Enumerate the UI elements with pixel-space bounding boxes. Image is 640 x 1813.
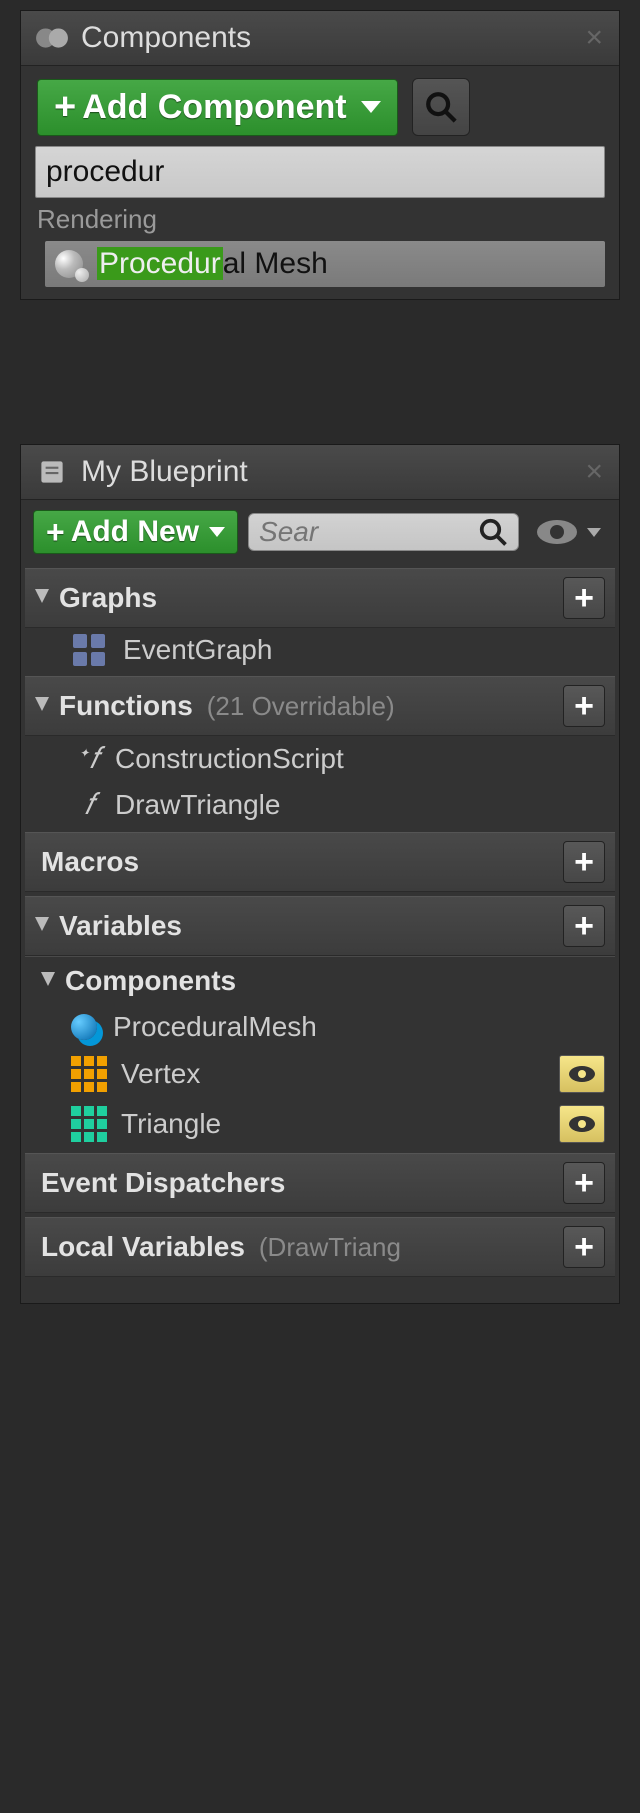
chevron-down-icon <box>587 528 601 537</box>
blueprint-tree: Graphs + EventGraph Functions (21 Overri… <box>21 556 619 1291</box>
view-options-button[interactable] <box>529 517 607 547</box>
components-panel: Components × + Add Component Rendering <box>20 10 620 300</box>
chevron-down-icon <box>209 527 225 537</box>
components-tab-icon <box>35 23 69 53</box>
add-new-label: Add New <box>71 515 199 549</box>
components-toolbar: + Add Component <box>21 66 619 140</box>
section-event-dispatchers[interactable]: Event Dispatchers + <box>25 1153 615 1213</box>
add-local-var-button[interactable]: + <box>563 1226 605 1268</box>
components-title: Components <box>81 21 251 55</box>
add-new-button[interactable]: + Add New <box>33 510 238 554</box>
component-search-input[interactable] <box>35 146 605 198</box>
eye-icon <box>535 517 579 547</box>
my-blueprint-tab[interactable]: My Blueprint × <box>21 445 619 500</box>
eye-icon <box>567 1064 597 1084</box>
section-graphs[interactable]: Graphs + <box>25 568 615 628</box>
add-component-button[interactable]: + Add Component <box>37 79 398 136</box>
search-result-procedural-mesh[interactable]: Procedural Mesh <box>45 241 605 287</box>
disclosure-icon <box>35 589 49 603</box>
add-macro-button[interactable]: + <box>563 841 605 883</box>
component-icon <box>71 1014 97 1040</box>
var-proceduralmesh[interactable]: ProceduralMesh <box>25 1005 615 1049</box>
blueprint-search-input[interactable] <box>259 516 359 548</box>
disclosure-icon <box>35 697 49 711</box>
section-functions[interactable]: Functions (21 Overridable) + <box>25 676 615 736</box>
add-graph-button[interactable]: + <box>563 577 605 619</box>
section-local-variables[interactable]: Local Variables (DrawTriang + <box>25 1217 615 1277</box>
function-icon: ✦𝑓 <box>73 742 105 776</box>
blueprint-tab-icon <box>35 457 69 487</box>
search-icon <box>424 90 458 124</box>
search-result-label: Procedural Mesh <box>97 247 328 281</box>
disclosure-icon <box>35 917 49 931</box>
add-dispatcher-button[interactable]: + <box>563 1162 605 1204</box>
tree-item-drawtriangle[interactable]: 𝑓 DrawTriangle <box>25 782 615 828</box>
search-button[interactable] <box>412 78 470 136</box>
category-rendering: Rendering <box>21 198 619 237</box>
mesh-icon <box>55 250 83 278</box>
add-variable-button[interactable]: + <box>563 905 605 947</box>
tree-item-constructionscript[interactable]: ✦𝑓 ConstructionScript <box>25 736 615 782</box>
my-blueprint-title: My Blueprint <box>81 455 248 489</box>
section-macros[interactable]: Macros + <box>25 832 615 892</box>
blueprint-search[interactable] <box>248 513 519 551</box>
visibility-toggle[interactable] <box>559 1055 605 1093</box>
var-triangle[interactable]: Triangle <box>25 1099 615 1149</box>
array-icon <box>71 1056 107 1092</box>
eye-icon <box>567 1114 597 1134</box>
visibility-toggle[interactable] <box>559 1105 605 1143</box>
my-blueprint-panel: My Blueprint × + Add New <box>20 444 620 1304</box>
add-component-label: Add Component <box>82 88 346 127</box>
var-vertex[interactable]: Vertex <box>25 1049 615 1099</box>
section-variables[interactable]: Variables + <box>25 896 615 956</box>
graph-icon <box>73 634 109 666</box>
plus-icon: + <box>54 88 76 126</box>
array-icon <box>71 1106 107 1142</box>
chevron-down-icon <box>361 101 381 113</box>
add-function-button[interactable]: + <box>563 685 605 727</box>
search-icon <box>478 517 508 547</box>
section-components-vars[interactable]: Components <box>25 956 615 1005</box>
tree-item-eventgraph[interactable]: EventGraph <box>25 628 615 672</box>
blueprint-toolbar: + Add New <box>21 500 619 556</box>
disclosure-icon <box>41 972 55 986</box>
components-tab[interactable]: Components × <box>21 11 619 66</box>
close-icon[interactable]: × <box>585 455 603 489</box>
function-icon: 𝑓 <box>73 788 105 822</box>
close-icon[interactable]: × <box>585 21 603 55</box>
plus-icon: + <box>46 516 65 548</box>
